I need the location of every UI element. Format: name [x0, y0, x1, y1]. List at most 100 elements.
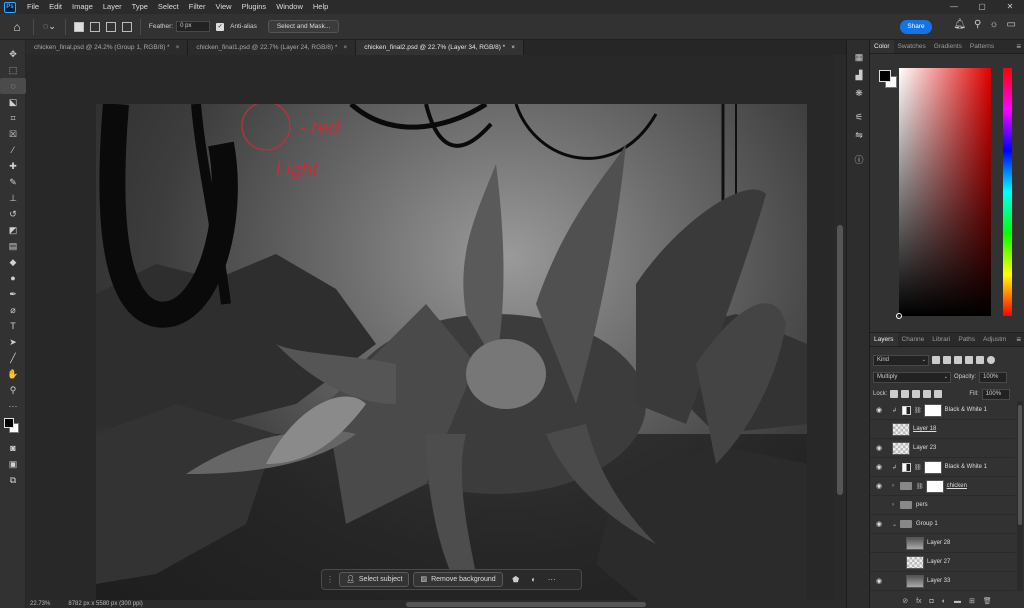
foreground-swatch[interactable]	[4, 418, 14, 428]
brush-tool-icon[interactable]: ✎	[0, 174, 26, 190]
chevron-right-icon[interactable]: ›	[892, 483, 900, 489]
dodge-tool-icon[interactable]: ●	[0, 270, 26, 286]
adjustment-layer-icon[interactable]	[902, 462, 912, 472]
menu-edit[interactable]: Edit	[44, 0, 67, 14]
mask-icon[interactable]: ◐	[525, 572, 543, 587]
opacity-input[interactable]: 100%	[979, 371, 1008, 383]
layer-row[interactable]: ◉ Layer 23	[870, 439, 1015, 458]
info-icon[interactable]: ⓘ	[847, 150, 871, 168]
layer-row[interactable]: ◉ Layer 33	[870, 572, 1015, 591]
link-icon[interactable]: ⛓	[914, 464, 922, 471]
eye-icon[interactable]: ◉	[870, 482, 888, 490]
filter-smart-icon[interactable]	[976, 356, 984, 364]
tab-paths[interactable]: Paths	[954, 333, 979, 346]
clone-stamp-tool-icon[interactable]: ⊥	[0, 190, 26, 206]
lock-pixels-icon[interactable]	[901, 390, 910, 398]
layer-row[interactable]: ◉ ↲ ⛓ Black & White 1	[870, 401, 1015, 420]
eye-icon[interactable]: ◉	[870, 406, 888, 414]
scrollbar-thumb[interactable]	[1018, 405, 1022, 525]
folder-icon[interactable]	[900, 520, 912, 528]
scrollbar-thumb[interactable]	[837, 225, 843, 495]
workspace-icon[interactable]: ▭	[1007, 19, 1016, 30]
vertical-scrollbar[interactable]	[834, 55, 846, 600]
more-options-icon[interactable]: ···	[543, 572, 561, 587]
select-and-mask-button[interactable]: Select and Mask...	[267, 20, 340, 33]
adjustment-layer-icon[interactable]	[902, 405, 912, 415]
menu-plugins[interactable]: Plugins	[237, 0, 272, 14]
layer-row[interactable]: › pers	[870, 496, 1015, 515]
chevron-right-icon[interactable]: ›	[892, 502, 900, 508]
brush-settings-icon[interactable]: ❋	[847, 84, 871, 102]
clip-icon[interactable]: ↲	[892, 464, 897, 471]
transform-icon[interactable]: ⬟	[507, 572, 525, 587]
pen-tool-icon[interactable]: ✒	[0, 286, 26, 302]
tab-color[interactable]: Color	[870, 40, 894, 53]
pen-tool-icon[interactable]: ⌀	[0, 302, 26, 318]
tab-swatches[interactable]: Swatches	[894, 40, 930, 53]
new-adjustment-icon[interactable]: ◐	[942, 598, 946, 605]
tab-channels[interactable]: Channe	[898, 333, 929, 346]
canvas-area[interactable]: - red l ight	[26, 55, 834, 608]
healing-brush-tool-icon[interactable]: ✚	[0, 158, 26, 174]
lock-artboard-icon[interactable]	[923, 390, 932, 398]
layer-thumbnail[interactable]	[906, 555, 924, 569]
close-icon[interactable]: ×	[176, 44, 180, 51]
delete-layer-icon[interactable]: 🗑︎	[983, 597, 992, 605]
intersect-selection-icon[interactable]	[121, 21, 132, 32]
new-layer-icon[interactable]: ⊞	[969, 597, 975, 605]
minimize-button[interactable]: —	[940, 0, 968, 14]
line-tool-icon[interactable]: ╱	[0, 350, 26, 366]
more-tools-icon[interactable]: ···	[0, 398, 26, 414]
chevron-down-icon[interactable]: ⌄	[892, 521, 900, 528]
marquee-tool-icon[interactable]: ⬚	[0, 62, 26, 78]
object-selection-tool-icon[interactable]: ⬕	[0, 94, 26, 110]
filter-toggle-icon[interactable]	[987, 356, 995, 364]
close-icon[interactable]: ×	[343, 44, 347, 51]
gradient-tool-icon[interactable]: ▤	[0, 238, 26, 254]
hue-slider[interactable]	[1003, 68, 1012, 316]
layer-mask-thumbnail[interactable]	[925, 479, 944, 493]
history-brush-tool-icon[interactable]: ↺	[0, 206, 26, 222]
path-selection-tool-icon[interactable]: ➤	[0, 334, 26, 350]
layer-row[interactable]: Layer 27	[870, 553, 1015, 572]
screen-mode-icon[interactable]: ▣	[0, 456, 26, 472]
menu-view[interactable]: View	[210, 0, 236, 14]
remove-background-button[interactable]: ▨ Remove background	[413, 572, 503, 587]
filter-type-icon[interactable]	[954, 356, 962, 364]
search-icon[interactable]: ⚲	[974, 19, 981, 30]
layer-thumbnail[interactable]	[906, 574, 924, 588]
histogram-icon[interactable]: ▟	[847, 66, 871, 84]
tab-document-1[interactable]: chicken_final.psd @ 24.2% (Group 1, RGB/…	[26, 40, 189, 55]
color-swatches[interactable]	[0, 414, 25, 440]
lock-all-icon[interactable]	[934, 390, 943, 398]
filter-pixel-icon[interactable]	[932, 356, 940, 364]
menu-file[interactable]: File	[22, 0, 44, 14]
folder-icon[interactable]	[900, 482, 912, 490]
color-field[interactable]	[896, 68, 991, 319]
tab-patterns[interactable]: Patterns	[966, 40, 998, 53]
share-icon[interactable]: ⧉	[0, 472, 26, 488]
home-icon[interactable]: ⌂	[6, 16, 28, 38]
foreground-color-swatch[interactable]	[879, 70, 891, 82]
link-icon[interactable]: ⛓	[916, 483, 924, 490]
layer-row[interactable]: ◉ ↲ ⛓ Black & White 1	[870, 458, 1015, 477]
color-picker-handle[interactable]	[896, 313, 902, 319]
menu-help[interactable]: Help	[308, 0, 333, 14]
eye-icon[interactable]: ◉	[870, 520, 888, 528]
drag-handle-icon[interactable]: ⋮	[326, 575, 334, 584]
properties-icon[interactable]: ⚟	[847, 108, 871, 126]
filter-adjustment-icon[interactable]	[943, 356, 951, 364]
layer-thumbnail[interactable]	[892, 441, 910, 455]
menu-layer[interactable]: Layer	[98, 0, 127, 14]
tab-document-2[interactable]: chicken_final1.psd @ 22.7% (Layer 24, RG…	[188, 40, 357, 55]
menu-select[interactable]: Select	[153, 0, 184, 14]
hand-tool-icon[interactable]: ✋	[0, 366, 26, 382]
add-mask-icon[interactable]: ◘	[930, 598, 934, 605]
tab-gradients[interactable]: Gradients	[930, 40, 966, 53]
link-icon[interactable]: ⛓	[914, 407, 922, 414]
select-subject-button[interactable]: 👤︎ Select subject	[339, 572, 410, 587]
menu-image[interactable]: Image	[67, 0, 98, 14]
layer-thumbnail[interactable]	[906, 536, 924, 550]
tab-adjustments[interactable]: Adjustm	[979, 333, 1010, 346]
layer-row[interactable]: ◉ ⌄ Group 1	[870, 515, 1015, 534]
